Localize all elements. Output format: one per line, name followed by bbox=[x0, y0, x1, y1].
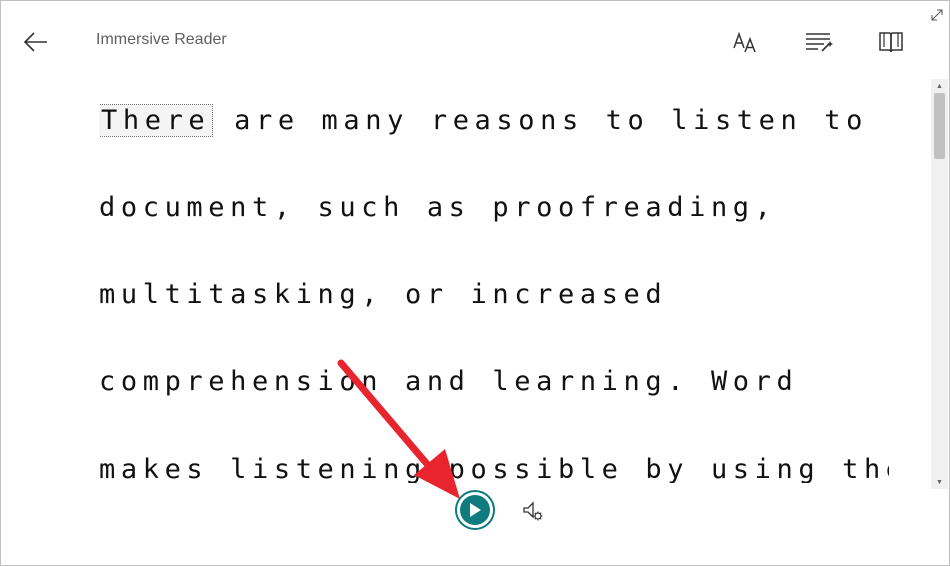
annotation-arrow bbox=[337, 359, 460, 499]
immersive-reader-window: Immersive Reader There are many reasons … bbox=[0, 0, 950, 566]
